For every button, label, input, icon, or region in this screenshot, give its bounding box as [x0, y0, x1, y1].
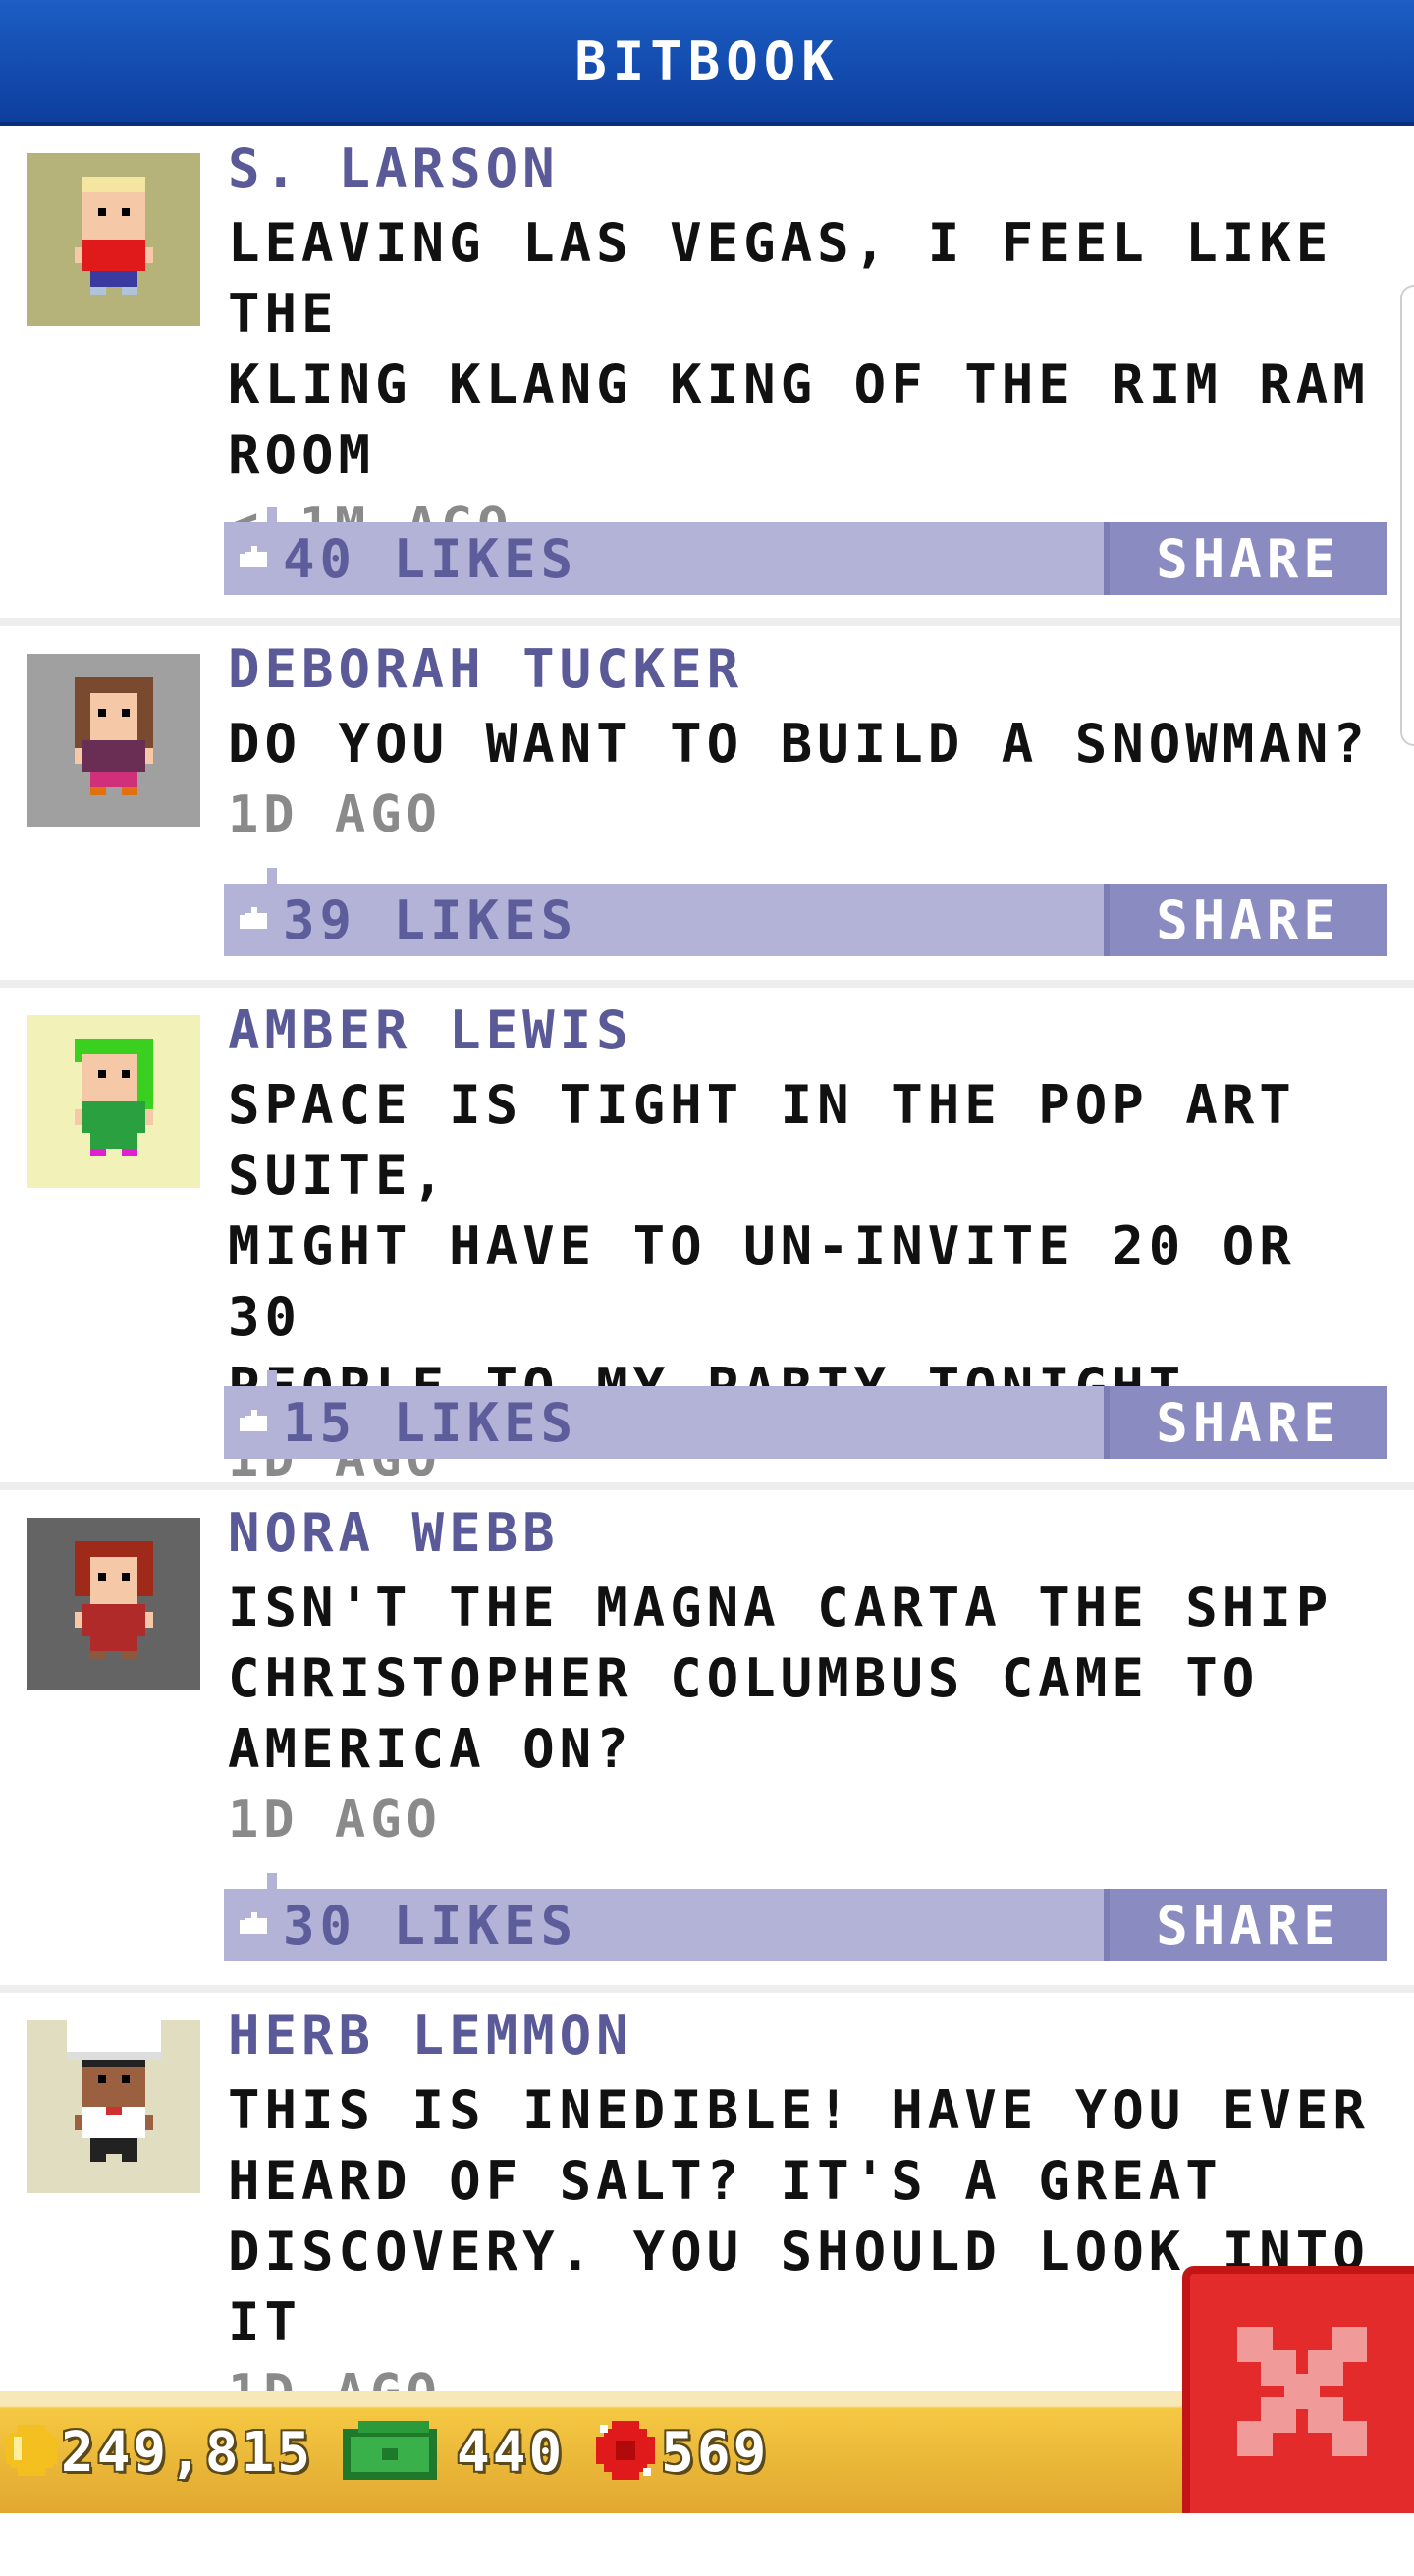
- like-bar: 30 LIKES SHARE: [224, 1873, 1387, 1961]
- avatar-sprite: [27, 654, 200, 827]
- like-bar-tab: [267, 507, 277, 522]
- like-icon[interactable]: [240, 542, 273, 575]
- like-icon[interactable]: [240, 1406, 273, 1439]
- like-bar-tab: [267, 868, 277, 884]
- like-bar: 40 LIKES SHARE: [224, 507, 1387, 595]
- share-button[interactable]: SHARE: [1104, 522, 1387, 595]
- avatar[interactable]: [27, 153, 200, 326]
- close-icon: [1237, 2327, 1367, 2460]
- tokens-value: 569: [661, 2420, 770, 2485]
- close-button[interactable]: [1182, 2266, 1414, 2513]
- like-icon[interactable]: [240, 1908, 273, 1942]
- coins-value: 249,815: [61, 2420, 314, 2485]
- post: S. LARSON LEAVING LAS VEGAS, I FEEL LIKE…: [0, 126, 1414, 626]
- post-body: S. LARSON LEAVING LAS VEGAS, I FEEL LIKE…: [228, 139, 1387, 562]
- like-count: 30 LIKES: [283, 1894, 578, 1957]
- avatar-sprite: [27, 2020, 200, 2193]
- app-header: BITBOOK: [0, 0, 1414, 122]
- like-bar: 15 LIKES SHARE: [224, 1370, 1387, 1459]
- avatar-sprite: [27, 1015, 200, 1188]
- post-author[interactable]: AMBER LEWIS: [228, 1001, 1387, 1060]
- bux-value: 440: [457, 2420, 566, 2485]
- post-message: ISN'T THE MAGNA CARTA THE SHIP CHRISTOPH…: [228, 1577, 1333, 1780]
- avatar[interactable]: [27, 2020, 200, 2193]
- share-button[interactable]: SHARE: [1104, 1889, 1387, 1961]
- post: DEBORAH TUCKER DO YOU WANT TO BUILD A SN…: [0, 626, 1414, 988]
- like-icon[interactable]: [240, 903, 273, 937]
- avatar-sprite: [27, 153, 200, 326]
- coin-icon: [6, 2425, 57, 2480]
- token-icon: [596, 2421, 656, 2484]
- coins-display: 249,815: [6, 2421, 313, 2485]
- post: NORA WEBB ISN'T THE MAGNA CARTA THE SHIP…: [0, 1490, 1414, 1993]
- like-bar: [224, 2488, 1387, 2576]
- like-bar-tab: [267, 1873, 277, 1889]
- post-time: 1D AGO: [228, 1791, 442, 1850]
- post-author[interactable]: HERB LEMMON: [228, 2007, 1387, 2066]
- like-count: 40 LIKES: [283, 527, 578, 590]
- like-bar: 39 LIKES SHARE: [224, 868, 1387, 956]
- post-time: 1D AGO: [228, 785, 442, 844]
- like-bar-tab: [267, 1370, 277, 1386]
- like-count: 15 LIKES: [283, 1391, 578, 1454]
- post-body: NORA WEBB ISN'T THE MAGNA CARTA THE SHIP…: [228, 1504, 1387, 1855]
- post-body: DEBORAH TUCKER DO YOU WANT TO BUILD A SN…: [228, 640, 1387, 850]
- bux-display: 440: [343, 2421, 565, 2485]
- post-author[interactable]: S. LARSON: [228, 139, 1387, 198]
- bux-icon: [343, 2421, 438, 2484]
- avatar[interactable]: [27, 654, 200, 827]
- share-button[interactable]: SHARE: [1104, 1386, 1387, 1459]
- post-message: DO YOU WANT TO BUILD A SNOWMAN?: [228, 713, 1370, 775]
- post: AMBER LEWIS SPACE IS TIGHT IN THE POP AR…: [0, 988, 1414, 1490]
- scroll-indicator[interactable]: [1400, 285, 1414, 746]
- post-message: LEAVING LAS VEGAS, I FEEL LIKE THE KLING…: [228, 212, 1370, 486]
- tokens-display: 569: [596, 2421, 769, 2485]
- post-author[interactable]: DEBORAH TUCKER: [228, 640, 1387, 699]
- app-title: BITBOOK: [574, 29, 840, 92]
- post-message: SPACE IS TIGHT IN THE POP ART SUITE, MIG…: [228, 1074, 1296, 1419]
- like-count: 39 LIKES: [283, 888, 578, 951]
- share-button[interactable]: SHARE: [1104, 884, 1387, 956]
- avatar-sprite: [27, 1518, 200, 1690]
- avatar[interactable]: [27, 1518, 200, 1690]
- avatar[interactable]: [27, 1015, 200, 1188]
- post-author[interactable]: NORA WEBB: [228, 1504, 1387, 1563]
